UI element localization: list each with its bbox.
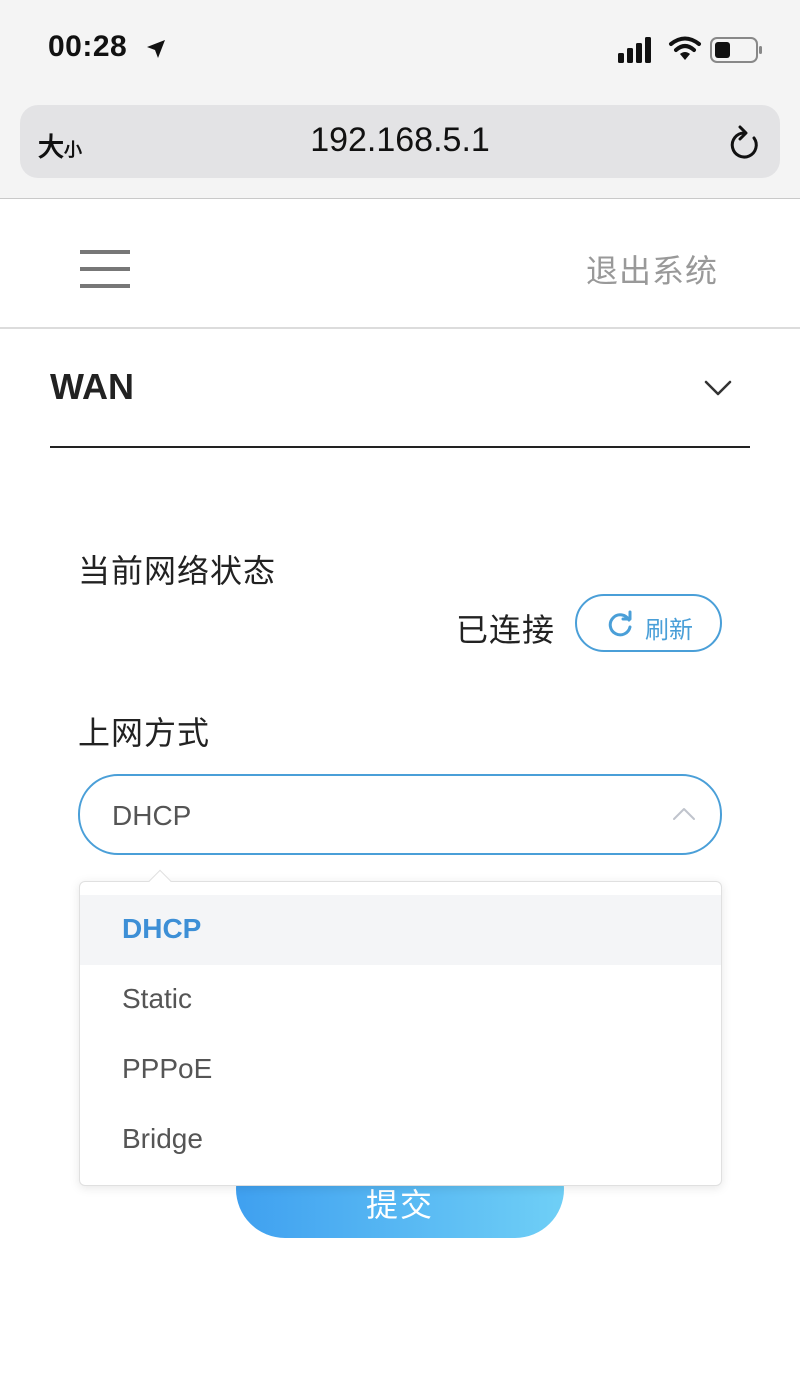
option-pppoe[interactable]: PPPoE (80, 1035, 721, 1105)
url-text[interactable]: 192.168.5.1 (20, 121, 780, 160)
menu-icon[interactable] (80, 250, 132, 288)
section-title[interactable]: WAN (50, 366, 134, 408)
battery-icon (710, 37, 762, 63)
chevron-down-icon[interactable] (704, 378, 732, 398)
browser-toolbar: 大小 192.168.5.1 (0, 100, 800, 199)
option-dhcp[interactable]: DHCP (80, 895, 721, 965)
location-arrow-icon (147, 40, 165, 58)
network-status-label: 当前网络状态 (78, 553, 277, 589)
option-bridge[interactable]: Bridge (80, 1105, 721, 1175)
connection-type-label: 上网方式 (78, 715, 211, 751)
cellular-signal-icon (618, 37, 651, 63)
status-bar: 00:28 (0, 0, 800, 100)
connection-type-select[interactable]: DHCP (78, 774, 722, 855)
chevron-up-icon (673, 808, 695, 820)
wifi-icon (669, 36, 701, 60)
status-time: 00:28 (48, 30, 128, 63)
refresh-icon (608, 610, 632, 637)
reload-icon[interactable] (726, 123, 762, 163)
app-header: 退出系统 (0, 200, 800, 329)
logout-button[interactable]: 退出系统 (586, 246, 718, 292)
network-status-value: 已连接 (456, 612, 556, 648)
address-bar[interactable]: 大小 192.168.5.1 (20, 105, 780, 178)
connection-type-dropdown: DHCP Static PPPoE Bridge (79, 881, 722, 1186)
refresh-label: 刷新 (645, 617, 693, 644)
refresh-button[interactable]: 刷新 (575, 594, 722, 652)
section-divider (50, 446, 750, 448)
select-value: DHCP (112, 800, 192, 831)
option-static[interactable]: Static (80, 965, 721, 1035)
